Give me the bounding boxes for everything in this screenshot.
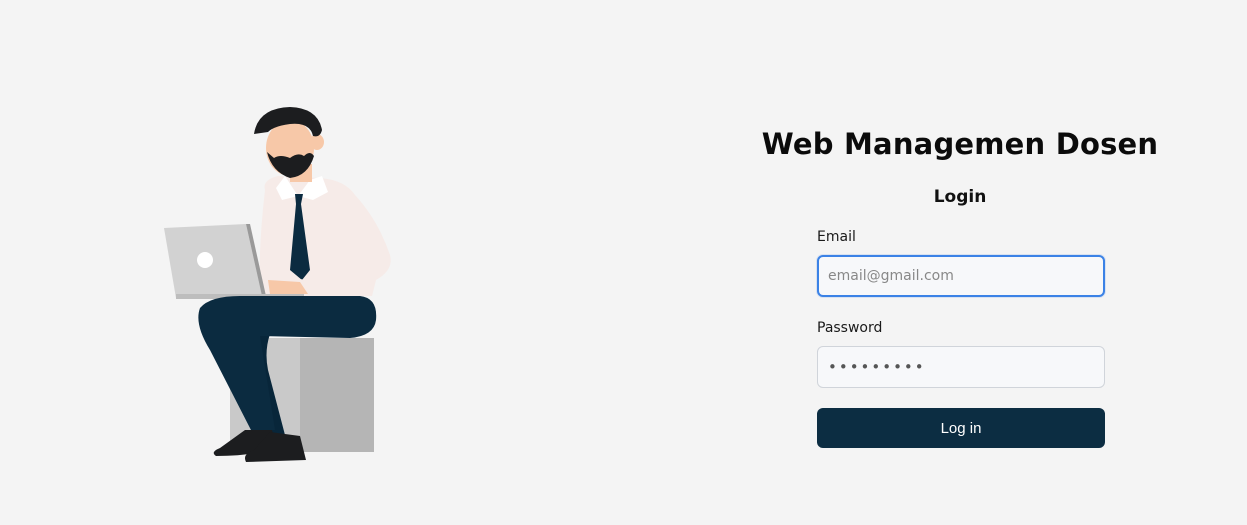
man-with-laptop-illustration bbox=[150, 100, 410, 470]
ear bbox=[310, 134, 324, 150]
laptop-logo bbox=[197, 252, 213, 268]
email-field-group: Email bbox=[817, 228, 1105, 297]
password-label: Password bbox=[817, 320, 883, 336]
login-panel: Web Managemen Dosen Login Email Password… bbox=[700, 124, 1220, 448]
password-field-group: Password bbox=[817, 319, 1105, 388]
email-label: Email bbox=[817, 229, 856, 245]
login-form: Email Password Log in bbox=[817, 228, 1105, 448]
email-input[interactable] bbox=[817, 255, 1105, 297]
app-title: Web Managemen Dosen bbox=[761, 127, 1159, 161]
login-heading: Login bbox=[933, 187, 987, 207]
login-button[interactable]: Log in bbox=[817, 408, 1105, 448]
login-page: Web Managemen Dosen Login Email Password… bbox=[0, 0, 1247, 525]
password-input[interactable] bbox=[817, 346, 1105, 388]
laptop-screen bbox=[164, 224, 262, 298]
illustration-svg bbox=[164, 107, 391, 462]
